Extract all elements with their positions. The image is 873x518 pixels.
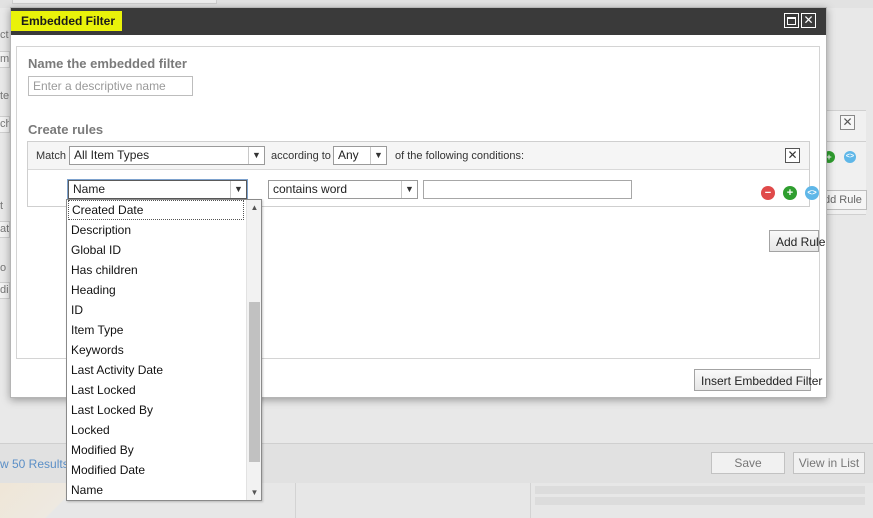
scroll-up-icon[interactable]: ▲ <box>247 200 262 215</box>
any-all-select[interactable]: Any ▼ <box>333 146 387 165</box>
chevron-down-icon: ▼ <box>370 147 386 164</box>
group-rule-icon[interactable]: <> <box>805 186 819 200</box>
dropdown-option[interactable]: Created Date <box>68 200 244 220</box>
background-view-in-list-button: View in List <box>793 452 865 474</box>
rules-section-label: Create rules <box>28 122 104 137</box>
rule-field-value: Name <box>73 182 106 196</box>
conditions-label: of the following conditions: <box>395 150 525 162</box>
rules-header: Match All Item Types ▼ according to Any … <box>28 142 809 170</box>
name-section-label: Name the embedded filter <box>28 56 187 71</box>
dropdown-option[interactable]: Keywords <box>67 340 245 360</box>
dropdown-option[interactable]: Modified Date <box>67 460 245 480</box>
background-top-input <box>12 0 217 4</box>
background-grid-column <box>295 483 296 518</box>
background-fragment: di <box>0 282 10 299</box>
background-fragment: t <box>0 200 4 212</box>
filter-name-input[interactable] <box>28 76 193 96</box>
dropdown-option[interactable]: Description <box>67 220 245 240</box>
dropdown-option[interactable]: Item Type <box>67 320 245 340</box>
dropdown-option[interactable]: Name <box>67 480 245 500</box>
chevron-down-icon: ▼ <box>248 147 264 164</box>
dropdown-option[interactable]: Global ID <box>67 240 245 260</box>
dropdown-option[interactable]: Locked <box>67 420 245 440</box>
background-grid-column <box>530 483 531 518</box>
dropdown-option[interactable]: Modified By <box>67 440 245 460</box>
insert-embedded-filter-button[interactable]: Insert Embedded Filter <box>694 369 822 391</box>
chevron-down-icon: ▼ <box>401 181 417 198</box>
item-type-value: All Item Types <box>74 148 150 162</box>
remove-rule-icon[interactable]: − <box>761 186 775 200</box>
dropdown-option[interactable]: Heading <box>67 280 245 300</box>
dialog-title-bar[interactable]: Embedded Filter ✕ <box>11 8 826 35</box>
rule-value-input[interactable] <box>423 180 632 199</box>
minimize-icon[interactable] <box>784 13 799 28</box>
rule-field-select[interactable]: Name ▼ <box>67 179 248 200</box>
add-rule-icon[interactable]: + <box>783 186 797 200</box>
field-dropdown-list[interactable]: Created Date Description Global ID Has c… <box>66 199 262 501</box>
scrollbar-thumb[interactable] <box>249 302 260 462</box>
rule-operator-value: contains word <box>273 182 348 196</box>
background-fragment: ct <box>0 29 9 41</box>
dropdown-option[interactable]: Last Locked <box>67 380 245 400</box>
rule-operator-select[interactable]: contains word ▼ <box>268 180 418 199</box>
background-group-icon: <> <box>844 151 856 163</box>
background-fragment: m <box>0 51 10 68</box>
item-type-select[interactable]: All Item Types ▼ <box>69 146 265 165</box>
background-panel-divider <box>826 141 866 142</box>
background-fragment: ch <box>0 116 10 133</box>
match-label: Match <box>36 150 66 162</box>
dialog-title: Embedded Filter <box>21 14 116 28</box>
dropdown-option[interactable]: ID <box>67 300 245 320</box>
dropdown-option[interactable]: Has children <box>67 260 245 280</box>
dropdown-option[interactable]: Last Locked By <box>67 400 245 420</box>
rules-box: Match All Item Types ▼ according to Any … <box>27 141 819 207</box>
close-icon[interactable]: ✕ <box>801 13 816 28</box>
background-left-column: ct m te ch t at o di <box>0 8 10 448</box>
scroll-down-icon[interactable]: ▼ <box>247 485 262 500</box>
background-grid-cell <box>535 486 865 494</box>
background-fragment: te <box>0 90 10 102</box>
dropdown-scrollbar[interactable]: ▲ ▼ <box>246 200 261 500</box>
chevron-down-icon: ▼ <box>230 181 246 198</box>
according-label: according to <box>271 150 331 162</box>
background-fragment: at <box>0 221 10 238</box>
background-grid-cell <box>535 497 865 505</box>
dropdown-option[interactable]: Last Activity Date <box>67 360 245 380</box>
add-rule-button[interactable]: Add Rule <box>769 230 825 252</box>
remove-group-close-icon[interactable]: ✕ <box>785 148 800 163</box>
background-save-button: Save <box>711 452 785 474</box>
background-fragment: o <box>0 262 7 274</box>
background-close-icon: ✕ <box>840 115 855 130</box>
any-all-value: Any <box>338 148 359 162</box>
